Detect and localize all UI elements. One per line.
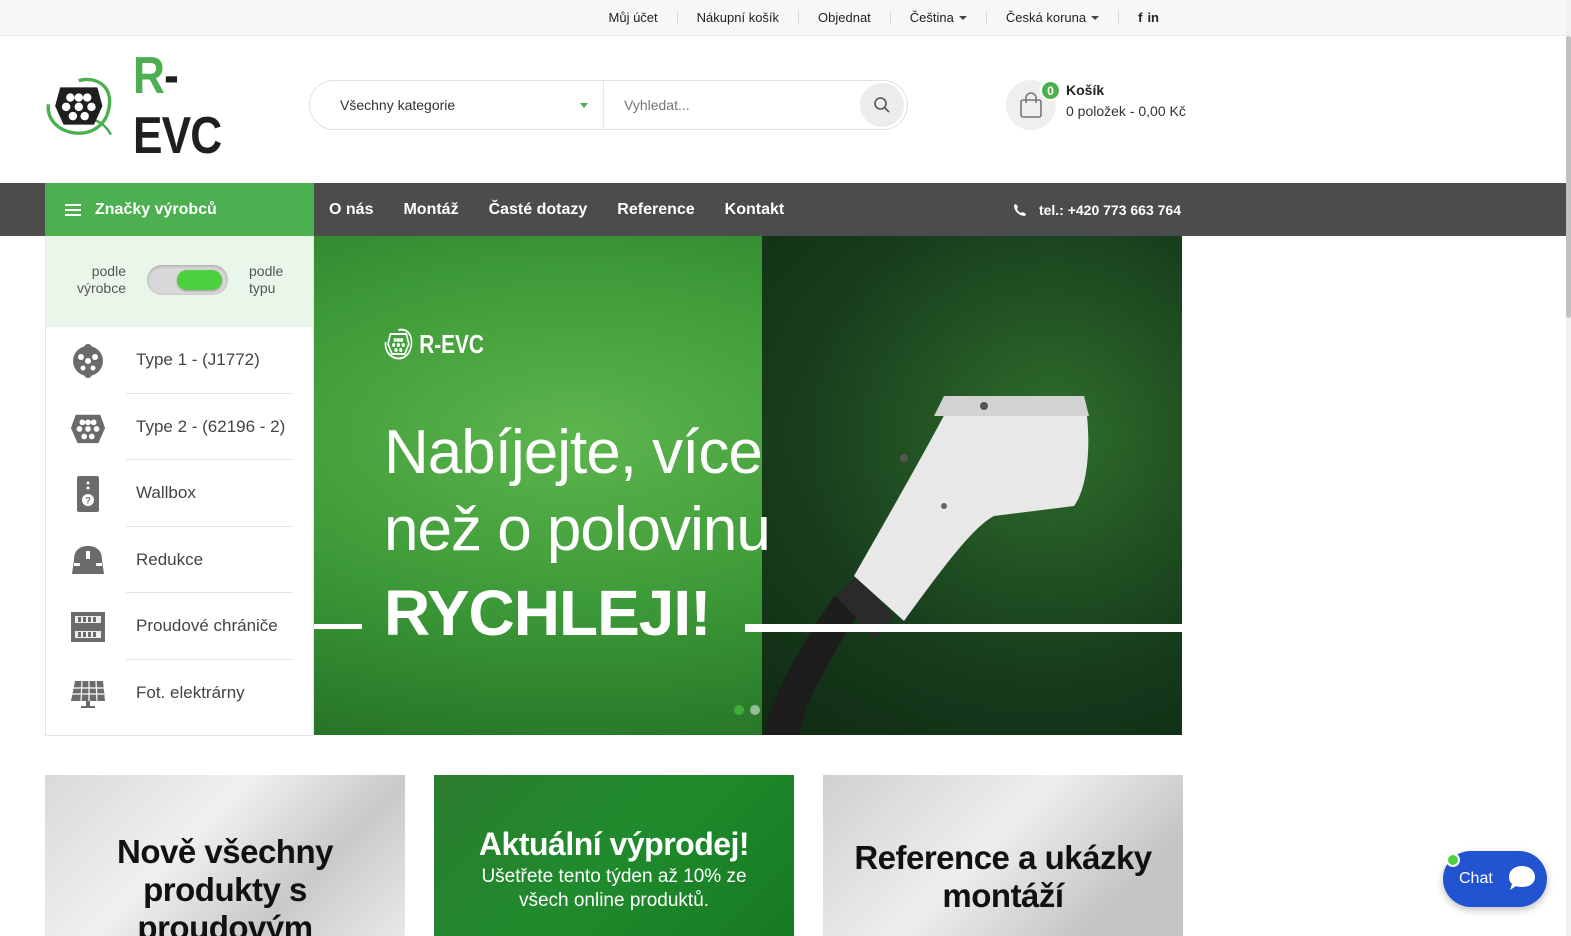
- view-toggle-switch[interactable]: [147, 265, 228, 295]
- shopping-cart-link[interactable]: Nákupní košík: [678, 11, 800, 25]
- brands-menu-label: Značky výrobců: [95, 200, 217, 218]
- search-input[interactable]: [604, 81, 860, 129]
- category-item-wallbox[interactable]: ? Wallbox: [46, 460, 313, 527]
- nav-item-references[interactable]: Reference: [602, 201, 709, 219]
- currency-dropdown[interactable]: Česká koruna: [987, 10, 1120, 25]
- slider-dot[interactable]: [734, 705, 744, 715]
- toggle-label-manufacturer[interactable]: podle výrobce: [46, 263, 126, 297]
- adapter-icon: [70, 543, 106, 579]
- category-item-type2[interactable]: Type 2 - (62196 - 2): [46, 394, 313, 460]
- category-item-breakers[interactable]: Proudové chrániče: [46, 593, 313, 660]
- facebook-icon[interactable]: f: [1138, 11, 1142, 25]
- chevron-down-icon: [958, 16, 967, 20]
- phone-contact[interactable]: tel.: +420 773 663 764: [1013, 183, 1181, 236]
- promo-card-references[interactable]: Reference a ukázky montáží: [823, 775, 1183, 936]
- banner-logo-text: R-EVC: [419, 328, 484, 359]
- chat-bubble-icon: [1509, 866, 1535, 890]
- main-nav: Značky výrobců O nás Montáž Časté dotazy…: [0, 183, 1566, 236]
- promo-subtitle: Ušetřete tento týden až 10% ze všech onl…: [481, 866, 747, 911]
- my-account-link[interactable]: Můj účet: [590, 11, 678, 25]
- brands-menu-button[interactable]: Značky výrobců: [45, 183, 314, 236]
- banner-headline-line2: než o polovinu: [384, 495, 771, 564]
- category-item-solar[interactable]: Fot. elektrárny: [46, 660, 313, 727]
- type2-connector-icon: [70, 410, 106, 446]
- category-label: Wallbox: [136, 483, 196, 503]
- site-logo[interactable]: R-EVC: [45, 47, 265, 165]
- shopping-bag-icon: [1020, 92, 1042, 118]
- banner-headline: Nabíjejte, více než o polovinu: [384, 414, 771, 568]
- sidebar-toggle-area: podle výrobce podle typu: [46, 236, 313, 327]
- scrollbar-thumb[interactable]: [1566, 36, 1571, 318]
- search-bar: Všechny kategorie: [309, 80, 908, 130]
- phone-icon: [1013, 203, 1026, 216]
- page: Můj účet Nákupní košík Objednat Čeština …: [0, 0, 1571, 936]
- promo-title: Aktuální výprodej!: [478, 826, 750, 862]
- promo-card-products[interactable]: Nově všechny produkty s proudovým: [45, 775, 405, 936]
- top-links: Můj účet Nákupní košík Objednat Čeština …: [590, 0, 1178, 36]
- circuit-breaker-icon: [70, 609, 106, 645]
- chat-label: Chat: [1459, 870, 1493, 887]
- logo-plug-icon: [46, 77, 113, 136]
- social-links: f in: [1119, 11, 1178, 25]
- cart-summary: 0 položek - 0,00 Kč: [1066, 103, 1186, 119]
- banner-headline-line1: Nabíjejte, více: [384, 418, 763, 487]
- cart-title: Košík: [1066, 82, 1105, 98]
- charger-plug-image: [764, 396, 1089, 735]
- chevron-down-icon: [1091, 16, 1100, 20]
- hero-banner[interactable]: R-EVC Nabíjejte, více než o polovinu RYC…: [314, 236, 1182, 735]
- linkedin-icon[interactable]: in: [1147, 11, 1159, 25]
- scrollbar[interactable]: [1566, 0, 1571, 936]
- solar-panel-icon: [70, 676, 106, 712]
- svg-text:?: ?: [85, 496, 91, 506]
- toggle-knob: [177, 270, 222, 290]
- search-icon: [874, 97, 890, 113]
- nav-item-about[interactable]: O nás: [314, 201, 388, 219]
- language-label: Čeština: [909, 10, 954, 25]
- online-status-dot: [1446, 853, 1460, 867]
- category-list: Type 1 - (J1772) Type 2 - (62196 - 2) ? …: [46, 327, 313, 726]
- category-item-adapter[interactable]: Redukce: [46, 527, 313, 593]
- nav-menu: O nás Montáž Časté dotazy Reference Kont…: [314, 183, 799, 236]
- banner-headline-bold: RYCHLEJI!: [384, 577, 711, 649]
- banner-divider-left: [314, 624, 362, 629]
- category-sidebar: podle výrobce podle typu Type 1 - (J1772…: [45, 236, 314, 736]
- banner-divider-right: [745, 624, 1182, 632]
- currency-label: Česká koruna: [1005, 10, 1087, 25]
- checkout-link[interactable]: Objednat: [799, 11, 891, 25]
- phone-number: tel.: +420 773 663 764: [1038, 201, 1181, 218]
- category-label: Redukce: [136, 549, 204, 569]
- chevron-down-icon: [580, 103, 588, 108]
- category-select-label: Všechny kategorie: [340, 97, 456, 113]
- type1-connector-icon: [70, 343, 106, 379]
- banner-logo: R-EVC: [384, 328, 484, 360]
- cart-count-badge: 0: [1040, 80, 1061, 101]
- search-button[interactable]: [860, 83, 904, 127]
- list-icon: [65, 203, 81, 216]
- slider-dot[interactable]: [750, 705, 760, 715]
- promo-title: Nově všechny produkty s proudovým: [117, 833, 333, 936]
- promo-card-sale[interactable]: Aktuální výprodej! Ušetřete tento týden …: [434, 775, 794, 936]
- nav-item-faq[interactable]: Časté dotazy: [474, 201, 603, 219]
- nav-item-contact[interactable]: Kontakt: [710, 201, 800, 219]
- category-label: Type 1 - (J1772): [136, 350, 260, 370]
- toggle-label-type[interactable]: podle typu: [249, 263, 313, 297]
- top-bar: Můj účet Nákupní košík Objednat Čeština …: [0, 0, 1566, 36]
- chat-button[interactable]: Chat: [1443, 851, 1547, 907]
- slider-dots: [734, 705, 760, 715]
- wallbox-icon: ?: [70, 476, 106, 512]
- category-label: Fot. elektrárny: [136, 682, 245, 702]
- category-item-type1[interactable]: Type 1 - (J1772): [46, 327, 313, 394]
- mini-cart[interactable]: 0 Košík 0 položek - 0,00 Kč: [1006, 80, 1186, 130]
- logo-text: R-EVC: [132, 47, 222, 165]
- promo-title: Reference a ukázky montáží: [854, 839, 1152, 914]
- logo-plug-icon: [384, 328, 413, 360]
- category-label: Type 2 - (62196 - 2): [136, 416, 286, 436]
- nav-item-installation[interactable]: Montáž: [388, 201, 473, 219]
- language-dropdown[interactable]: Čeština: [891, 11, 987, 25]
- category-label: Proudové chrániče: [136, 616, 278, 636]
- category-select[interactable]: Všechny kategorie: [310, 81, 604, 129]
